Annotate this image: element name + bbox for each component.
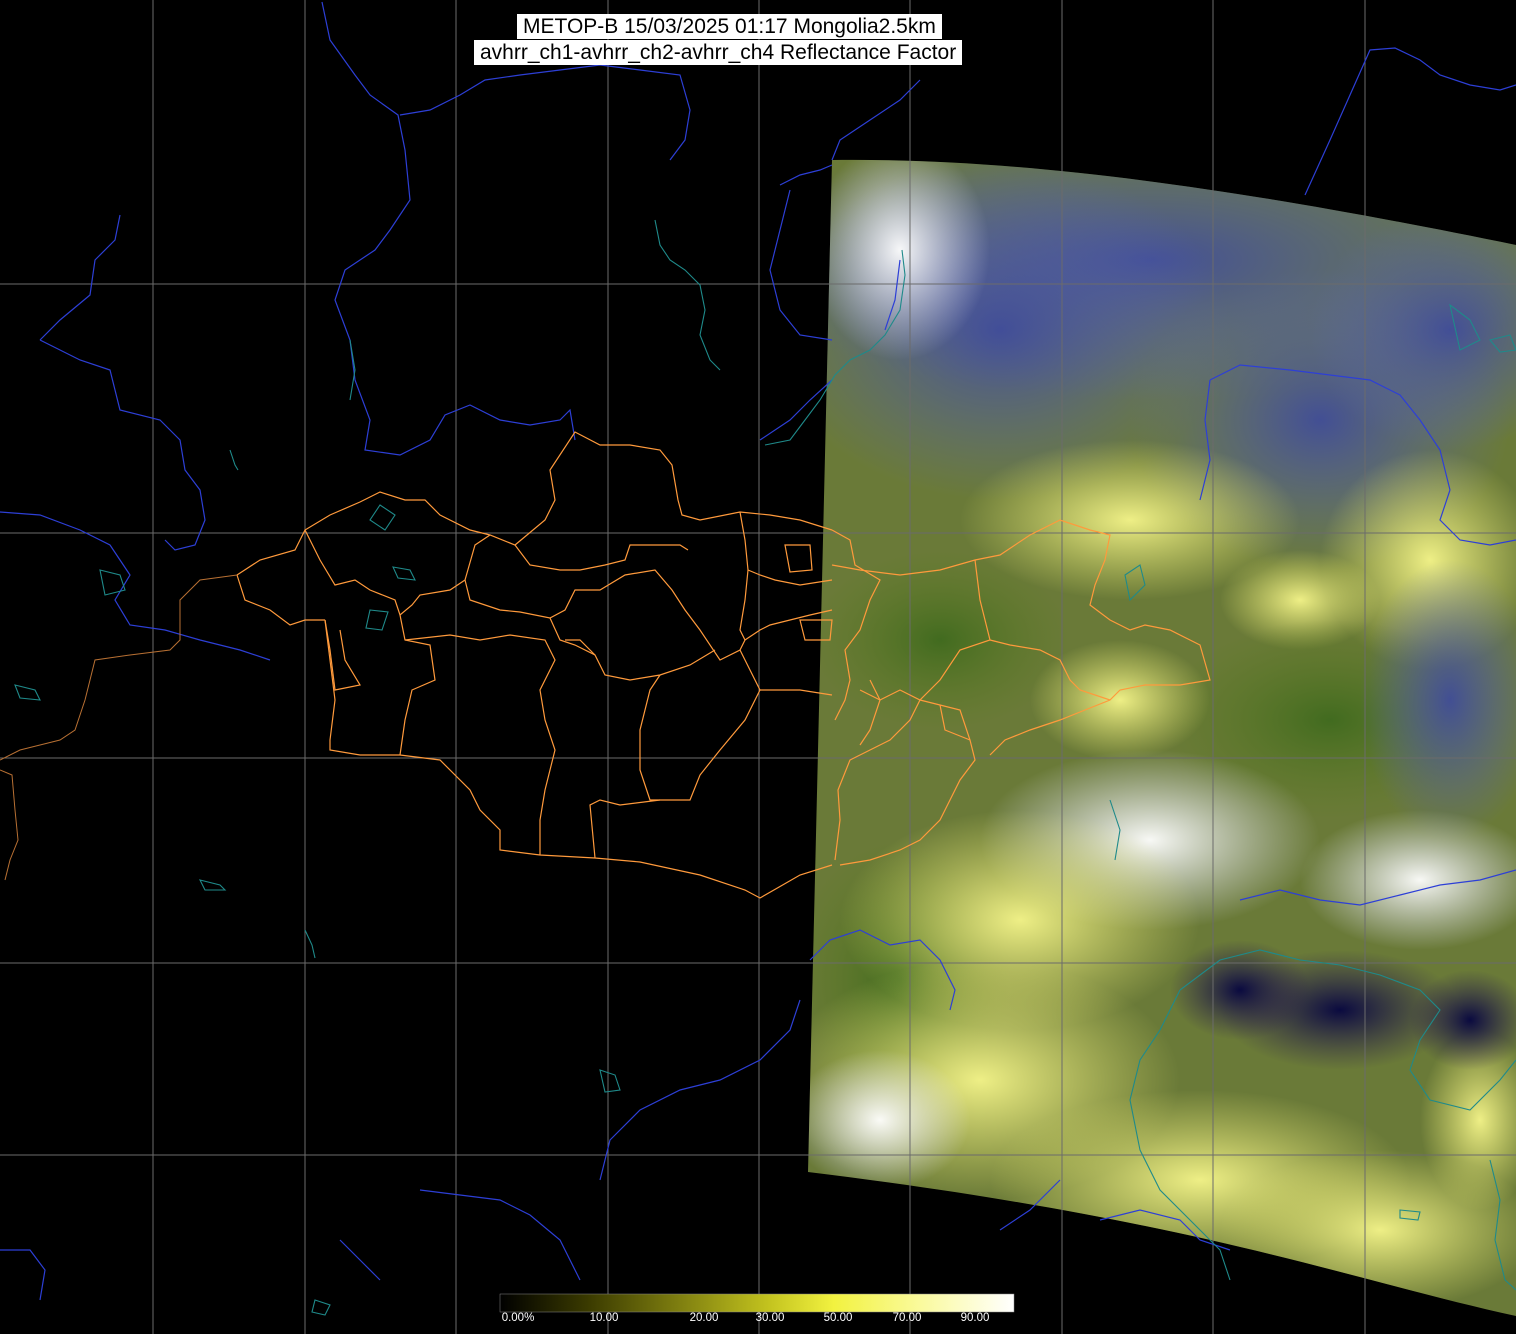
- colorbar-tick-label: 10.00: [589, 1312, 619, 1324]
- map-title: METOP-B 15/03/2025 01:17 Mongolia2.5km: [517, 14, 942, 39]
- outer-boundary-lines: [0, 574, 238, 881]
- map-canvas: [0, 0, 1516, 1334]
- colorbar-tick-label: 0.00%: [501, 1312, 535, 1324]
- satellite-swath: [808, 159, 1516, 1316]
- map-subtitle: avhrr_ch1-avhrr_ch2-avhrr_ch4 Reflectanc…: [474, 40, 963, 65]
- colorbar-tick-label: 30.00: [755, 1312, 785, 1324]
- colorbar: [499, 1293, 1015, 1313]
- colorbar-tick-label: 90.00: [960, 1312, 990, 1324]
- colorbar-tick-label: 70.00: [892, 1312, 922, 1324]
- colorbar-tick-label: 20.00: [689, 1312, 719, 1324]
- colorbar-tick-label: 50.00: [823, 1312, 853, 1324]
